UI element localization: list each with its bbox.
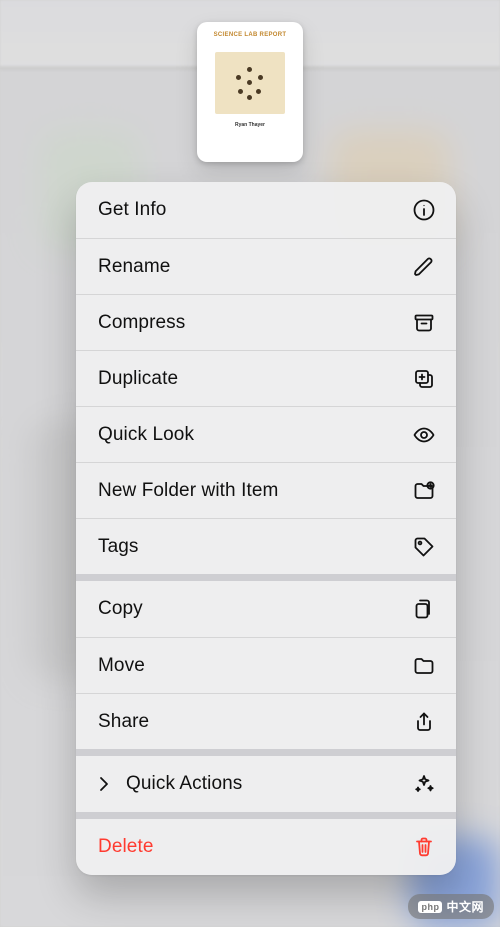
thumbnail-footer-sub xyxy=(250,129,251,133)
file-thumbnail: SCIENCE LAB REPORT Ryan Thayer xyxy=(197,22,303,162)
share-label: Share xyxy=(98,711,149,733)
tags-menu-item[interactable]: Tags xyxy=(76,518,456,574)
duplicate-label: Duplicate xyxy=(98,368,178,390)
quickactions-menu-item[interactable]: Quick Actions xyxy=(76,756,456,812)
trash-icon xyxy=(412,835,436,859)
getinfo-label: Get Info xyxy=(98,199,166,221)
folder-icon xyxy=(412,654,436,678)
thumbnail-footer: Ryan Thayer xyxy=(235,122,265,128)
share-menu-item[interactable]: Share xyxy=(76,693,456,749)
info-icon xyxy=(412,198,436,222)
copy-menu-item[interactable]: Copy xyxy=(76,581,456,637)
chevron-right-icon xyxy=(92,772,116,796)
thumbnail-title: SCIENCE LAB REPORT xyxy=(214,32,287,38)
rename-menu-item[interactable]: Rename xyxy=(76,238,456,294)
archivebox-icon xyxy=(412,311,436,335)
tags-label: Tags xyxy=(98,536,139,558)
menu-group: Quick Actions xyxy=(76,749,456,812)
move-menu-item[interactable]: Move xyxy=(76,637,456,693)
quicklook-label: Quick Look xyxy=(98,424,194,446)
delete-label: Delete xyxy=(98,836,154,858)
tag-icon xyxy=(412,535,436,559)
watermark-prefix: php xyxy=(418,901,442,913)
quickactions-label: Quick Actions xyxy=(126,773,242,795)
thumbnail-subtitle xyxy=(250,40,251,44)
thumbnail-art xyxy=(215,52,285,114)
context-menu: Get Info Rename Compress Duplicate Quick Loo… xyxy=(76,182,456,875)
duplicate-menu-item[interactable]: Duplicate xyxy=(76,350,456,406)
newfolder-label: New Folder with Item xyxy=(98,480,278,502)
menu-group: Delete xyxy=(76,812,456,875)
eye-icon xyxy=(412,423,436,447)
compress-label: Compress xyxy=(98,312,185,334)
copy-icon xyxy=(412,597,436,621)
duplicate-icon xyxy=(412,367,436,391)
newfolder-menu-item[interactable]: New Folder with Item xyxy=(76,462,456,518)
watermark: php 中文网 xyxy=(408,894,494,919)
pencil-icon xyxy=(412,255,436,279)
delete-menu-item[interactable]: Delete xyxy=(76,819,456,875)
quicklook-menu-item[interactable]: Quick Look xyxy=(76,406,456,462)
rename-label: Rename xyxy=(98,256,170,278)
compress-menu-item[interactable]: Compress xyxy=(76,294,456,350)
share-icon xyxy=(412,710,436,734)
menu-group: Copy Move Share xyxy=(76,574,456,749)
menu-group: Get Info Rename Compress Duplicate Quick Loo… xyxy=(76,182,456,574)
watermark-text: 中文网 xyxy=(446,898,484,915)
getinfo-menu-item[interactable]: Get Info xyxy=(76,182,456,238)
move-label: Move xyxy=(98,655,145,677)
folder-plus-icon xyxy=(412,479,436,503)
copy-label: Copy xyxy=(98,598,143,620)
sparkles-icon xyxy=(412,772,436,796)
